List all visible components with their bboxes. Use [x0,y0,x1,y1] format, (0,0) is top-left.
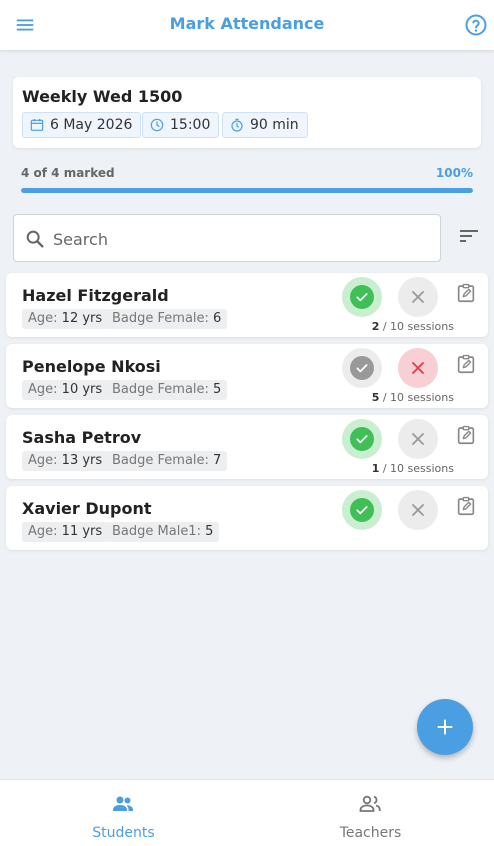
age-value: 10 yrs [61,382,103,397]
badge-tag: Badge Female: 5 [106,380,228,400]
present-button[interactable] [342,348,382,388]
nav-teachers[interactable]: Teachers [247,780,494,846]
sessions-total: / 10 sessions [382,391,454,404]
student-row: Sasha Petrov Age: 13 yrs Badge Female: 71 … [6,415,488,479]
badge-value: 6 [213,311,222,326]
notes-icon [457,425,475,445]
search-box [13,214,441,262]
session-duration-chip: 90 min [222,112,308,138]
badge-tag: Badge Male1: 5 [106,522,220,542]
notes-button[interactable] [455,424,477,446]
session-date: 6 May 2026 [50,117,133,133]
progress-percent: 100% [435,166,473,180]
notes-icon [457,354,475,374]
student-name: Hazel Fitzgerald [22,286,169,305]
nav-students[interactable]: Students [0,780,247,846]
age-key: Age: [28,453,58,468]
badge-value: 5 [213,382,222,397]
age-key: Age: [28,524,58,539]
page-title: Mark Attendance [169,14,325,33]
student-row: Penelope Nkosi Age: 10 yrs Badge Female: 5… [6,344,488,408]
badge-key: Badge Female: [112,311,209,326]
sessions-attended: 1 [371,462,380,475]
nav-students-label: Students [92,825,155,841]
notes-icon [457,283,475,303]
sessions-attended: 5 [371,391,380,404]
close-icon [412,433,424,445]
bottom-nav: Students Teachers [0,779,494,846]
app-bar: Mark Attendance [0,0,494,51]
session-date-chip: 6 May 2026 [22,112,142,138]
badge-key: Badge Male1: [112,524,201,539]
badge-tag: Badge Female: 6 [106,309,228,329]
sessions-count: 2 / 10 sessions [372,320,454,333]
age-tag: Age: 12 yrs [22,309,109,329]
search-input[interactable] [53,225,428,253]
present-button[interactable] [342,490,382,530]
student-name: Xavier Dupont [22,499,152,518]
calendar-icon [30,119,44,131]
sessions-total: / 10 sessions [382,320,454,333]
notes-icon [457,496,475,516]
add-student-button[interactable] [417,699,473,755]
session-duration: 90 min [250,117,299,133]
sort-icon[interactable] [457,224,481,248]
teachers-icon [359,795,381,812]
session-card: Weekly Wed 1500 6 May 2026 15:00 90 min [13,77,481,148]
menu-icon[interactable] [14,14,36,36]
clock-icon [150,118,164,132]
age-value: 11 yrs [61,524,103,539]
session-time: 15:00 [170,117,211,133]
check-icon [356,364,368,373]
sessions-count: 1 / 10 sessions [372,462,454,475]
timer-icon [231,118,243,132]
notes-button[interactable] [455,495,477,517]
progress-bar [21,188,473,193]
notes-button[interactable] [455,353,477,375]
age-key: Age: [28,311,58,326]
close-icon [412,504,424,516]
badge-key: Badge Female: [112,453,209,468]
absent-button[interactable] [398,490,438,530]
age-value: 13 yrs [61,453,103,468]
check-icon [356,293,368,302]
absent-button[interactable] [398,348,438,388]
session-name: Weekly Wed 1500 [22,87,183,106]
check-icon [356,435,368,444]
progress-label: 4 of 4 marked [21,166,115,180]
age-tag: Age: 13 yrs [22,451,109,471]
present-button[interactable] [342,419,382,459]
plus-icon [437,719,453,735]
nav-teachers-label: Teachers [339,825,402,841]
age-tag: Age: 10 yrs [22,380,109,400]
badge-tag: Badge Female: 7 [106,451,228,471]
close-icon [412,362,424,374]
present-button[interactable] [342,277,382,317]
students-icon [113,796,133,811]
age-value: 12 yrs [61,311,103,326]
student-name: Penelope Nkosi [22,357,161,376]
age-tag: Age: 11 yrs [22,522,109,542]
student-row: Xavier Dupont Age: 11 yrs Badge Male1: 5 [6,486,488,550]
age-key: Age: [28,382,58,397]
notes-button[interactable] [455,282,477,304]
session-time-chip: 15:00 [142,112,220,138]
check-icon [356,506,368,515]
student-name: Sasha Petrov [22,428,142,447]
close-icon [412,291,424,303]
badge-key: Badge Female: [112,382,209,397]
sessions-count: 5 / 10 sessions [372,391,454,404]
sessions-total: / 10 sessions [382,462,454,475]
badge-value: 5 [205,524,214,539]
absent-button[interactable] [398,419,438,459]
progress-fill [21,188,473,193]
absent-button[interactable] [398,277,438,317]
help-icon[interactable] [464,13,488,37]
student-row: Hazel Fitzgerald Age: 12 yrs Badge Female:… [6,273,488,337]
badge-value: 7 [213,453,222,468]
search-icon [26,230,44,248]
sessions-attended: 2 [371,320,380,333]
